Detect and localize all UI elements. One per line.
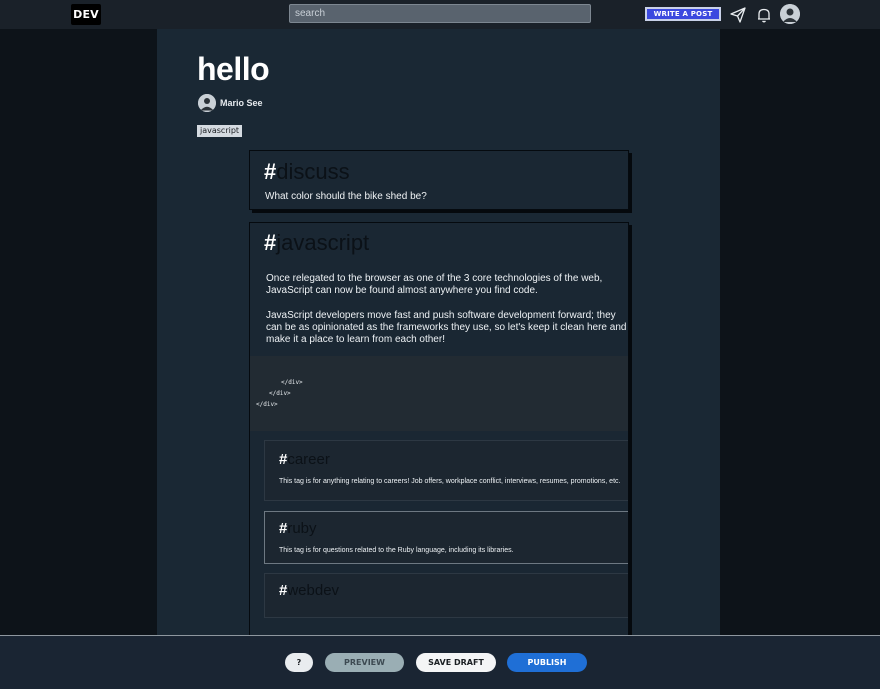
code-line: </div> [256, 401, 278, 408]
tag-name: javascript [276, 230, 370, 255]
tag-name: webdev [287, 582, 340, 599]
code-line: </div> [269, 390, 291, 397]
tag-card-heading: #webdev [279, 582, 339, 599]
write-post-button[interactable]: WRITE A POST [645, 7, 721, 21]
dev-logo[interactable]: DEV [71, 4, 101, 25]
right-gutter [720, 29, 880, 635]
bell-icon[interactable] [755, 6, 773, 24]
tag-description: This tag is for anything relating to car… [279, 478, 621, 485]
tag-paragraph: Once relegated to the browser as one of … [266, 273, 603, 296]
tag-card-heading: #javascript [264, 230, 369, 256]
author-name[interactable]: Mario See [220, 98, 263, 108]
code-block: </div> </div> </div> [250, 356, 628, 431]
top-nav: DEV WRITE A POST [0, 0, 880, 29]
tag-card-discuss: #discuss What color should the bike shed… [249, 150, 629, 210]
tag-name: ruby [287, 520, 317, 537]
paper-plane-icon[interactable] [729, 6, 747, 24]
hash-symbol: # [264, 159, 277, 184]
editor-action-bar: ? PREVIEW SAVE DRAFT PUBLISH [0, 635, 880, 689]
post-tag[interactable]: javascript [197, 125, 243, 137]
author-info: Mario See [198, 94, 263, 112]
user-avatar[interactable] [780, 4, 800, 24]
tag-card-javascript: #javascript Once relegated to the browse… [249, 222, 629, 635]
tag-card-heading: #career [279, 451, 330, 468]
author-avatar[interactable] [198, 94, 216, 112]
save-draft-button[interactable]: SAVE DRAFT [416, 653, 496, 672]
tag-description: This tag is for questions related to the… [279, 547, 514, 554]
post-preview: hello Mario See javascript #discuss What… [157, 29, 720, 635]
tag-name: discuss [276, 159, 350, 184]
publish-button[interactable]: PUBLISH [507, 653, 587, 672]
hash-symbol: # [264, 230, 277, 255]
tag-card-heading: #ruby [279, 520, 317, 537]
tag-card-heading: #discuss [264, 159, 350, 185]
code-line: </div> [281, 379, 303, 386]
post-title: hello [197, 51, 270, 87]
tag-card-ruby: #ruby This tag is for questions related … [264, 511, 628, 564]
preview-button[interactable]: PREVIEW [325, 653, 404, 672]
tag-name: career [287, 451, 330, 468]
help-button[interactable]: ? [285, 653, 313, 672]
tag-description: What color should the bike shed be? [265, 191, 427, 202]
search-input[interactable] [289, 4, 591, 23]
left-gutter [0, 29, 157, 635]
tag-card-webdev: #webdev [264, 573, 628, 618]
tag-card-career: #career This tag is for anything relatin… [264, 440, 628, 501]
tag-paragraph: JavaScript developers move fast and push… [266, 310, 627, 345]
